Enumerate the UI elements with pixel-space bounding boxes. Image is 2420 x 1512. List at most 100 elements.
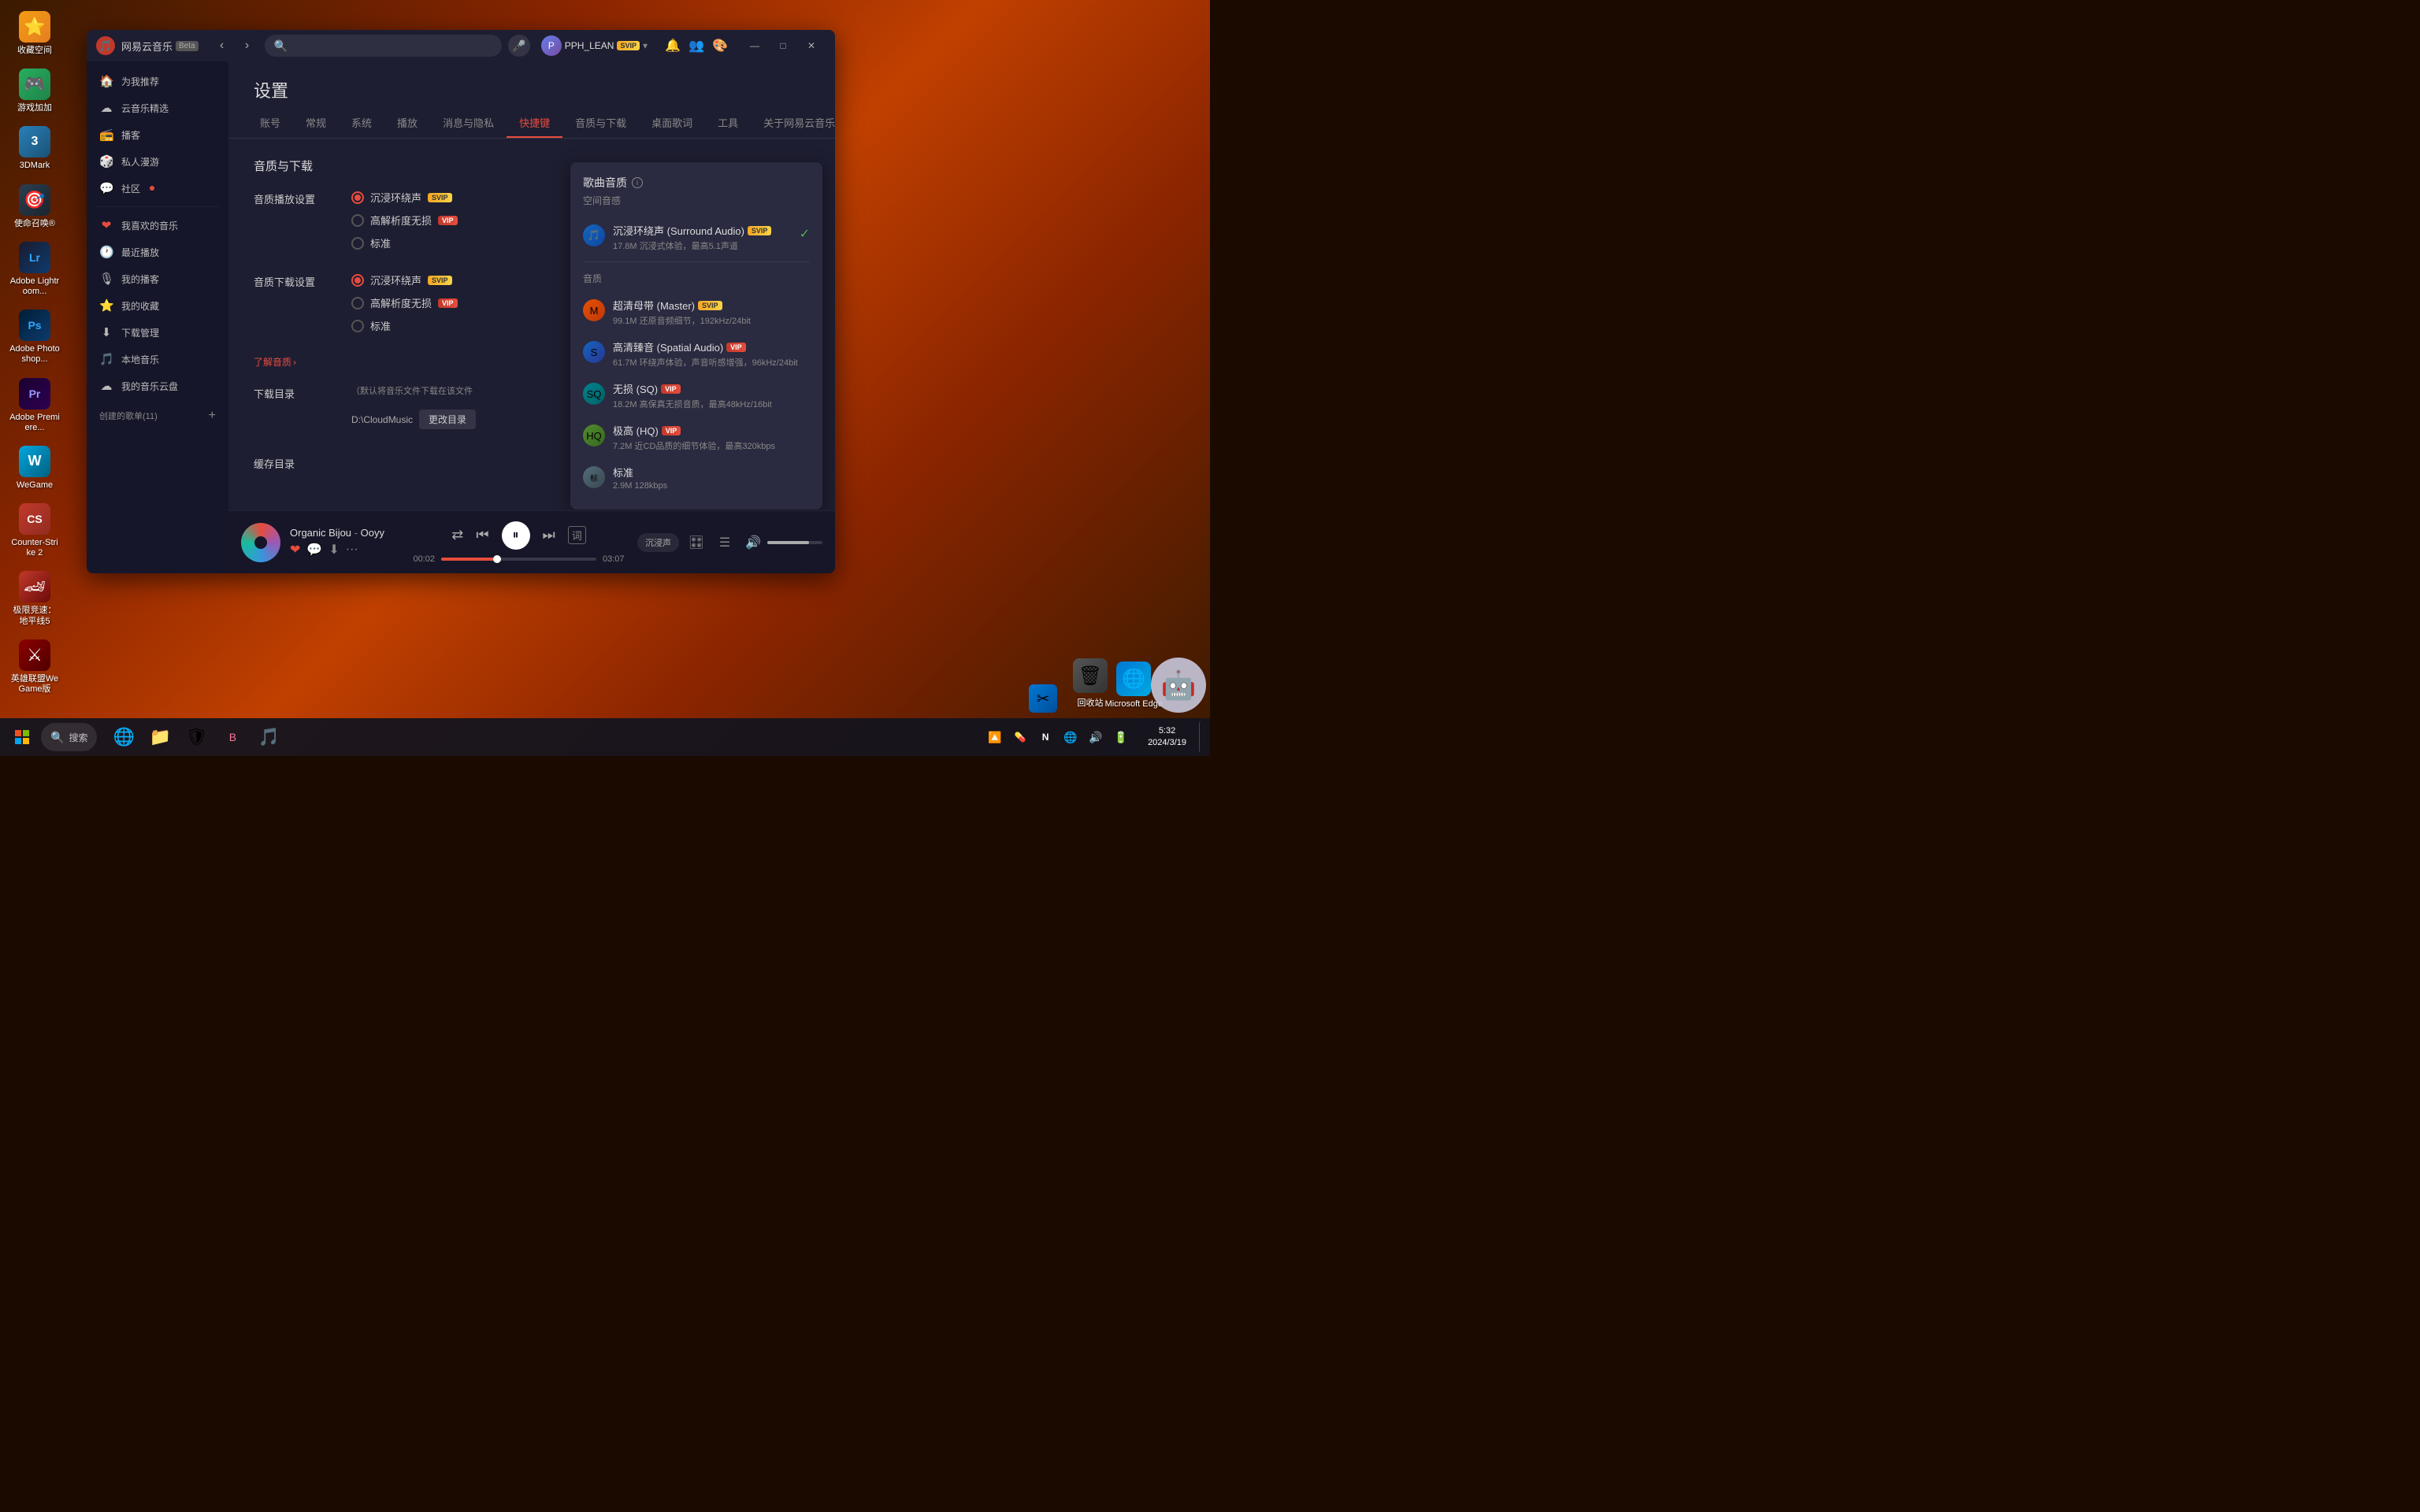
tray-volume-icon[interactable]: 🔊 xyxy=(1085,726,1107,748)
taskbar-search[interactable]: 🔍 搜索 xyxy=(41,723,97,751)
notification-button[interactable]: 🔔 xyxy=(662,35,684,57)
desktop-icon-lightroom[interactable]: Lr Adobe Lightroom... xyxy=(6,237,63,302)
sidebar-item-local[interactable]: 🎵 本地音乐 xyxy=(87,346,228,372)
download-track-button[interactable]: ⬇ xyxy=(328,542,339,558)
nav-forward-button[interactable]: › xyxy=(236,35,258,57)
volume-bar[interactable] xyxy=(767,541,822,544)
cache-dir-label: 缓存目录 xyxy=(254,454,332,471)
sidebar-item-community[interactable]: 💬 社区 xyxy=(87,175,228,202)
desktop-icon-callofduty[interactable]: 🎯 使命召唤® xyxy=(6,180,63,234)
taskbar-app-edge[interactable]: 🌐 xyxy=(106,720,141,754)
sidebar-item-podcast[interactable]: 🎙 我的播客 xyxy=(87,265,228,292)
quality-option-standard[interactable]: 标 标准 2.9M 128kbps xyxy=(583,458,810,497)
mic-button[interactable]: 🎤 xyxy=(508,35,530,57)
hq-quality-name: 极高 (HQ) VIP xyxy=(613,423,810,438)
show-desktop-button[interactable] xyxy=(1199,721,1204,753)
local-icon: 🎵 xyxy=(99,352,113,366)
desktop-icon-youxijiajia[interactable]: 🎮 游戏加加 xyxy=(6,64,63,118)
premiere-label: Adobe Premiere... xyxy=(9,413,60,433)
recycle-desktop-icon[interactable]: 🗑 回收站 xyxy=(1073,658,1108,709)
search-bar[interactable]: 🔍 xyxy=(265,35,502,57)
tab-system[interactable]: 系统 xyxy=(339,109,384,138)
desktop-icon-3dmark[interactable]: 3 3DMark xyxy=(6,121,63,176)
desktop-icon-premiere[interactable]: Pr Adobe Premiere... xyxy=(6,373,63,438)
favorite-music-icon: ❤ xyxy=(99,218,113,232)
tab-playback[interactable]: 播放 xyxy=(384,109,430,138)
close-button[interactable]: ✕ xyxy=(797,35,826,57)
tab-account[interactable]: 账号 xyxy=(247,109,293,138)
lyrics-button[interactable]: 词 xyxy=(568,526,586,544)
add-playlist-button[interactable]: + xyxy=(209,409,216,423)
tray-battery-icon[interactable]: 🔋 xyxy=(1110,726,1132,748)
tray-pill-icon[interactable]: 💊 xyxy=(1009,726,1031,748)
tab-shortcut[interactable]: 快捷键 xyxy=(507,109,562,138)
collection-icon: ⭐ xyxy=(99,298,113,313)
desktop-icon-favorites[interactable]: ⭐ 收藏空间 xyxy=(6,6,63,61)
app-name: 网易云音乐 Beta xyxy=(121,39,199,54)
change-dir-button[interactable]: 更改目录 xyxy=(419,410,476,429)
desktop-icon-photoshop[interactable]: Ps Adobe Photoshop... xyxy=(6,305,63,369)
desktop-icon-wegame[interactable]: W WeGame xyxy=(6,441,63,495)
taskbar-app-windows[interactable]: 🛡 xyxy=(179,720,213,754)
desktop-icon-lol[interactable]: ⚔ 英雄联盟WeGame版 xyxy=(6,635,63,699)
sidebar-item-radio[interactable]: 📻 播客 xyxy=(87,121,228,148)
minimize-button[interactable]: — xyxy=(740,35,769,57)
sidebar-item-manga[interactable]: 🎲 私人漫游 xyxy=(87,148,228,175)
tab-privacy[interactable]: 消息与隐私 xyxy=(430,109,507,138)
tab-about[interactable]: 关于网易云音乐 xyxy=(751,109,835,138)
desktop-icon-forza[interactable]: 🏎 极限竞速：地平线5 xyxy=(6,566,63,631)
standard-quality-icon: 标 xyxy=(583,466,605,488)
album-art[interactable] xyxy=(241,523,280,562)
like-button[interactable]: ❤ xyxy=(290,542,300,558)
sidebar-item-clouddisk[interactable]: ☁ 我的音乐云盘 xyxy=(87,372,228,399)
tab-general[interactable]: 常规 xyxy=(293,109,339,138)
sidebar-item-collection[interactable]: ⭐ 我的收藏 xyxy=(87,292,228,319)
play-pause-button[interactable]: ⏸ xyxy=(502,521,530,550)
tray-n-icon[interactable]: N xyxy=(1034,726,1056,748)
next-button[interactable]: ⏭ xyxy=(543,527,555,543)
taskbar-app-explorer[interactable]: 📁 xyxy=(143,720,177,754)
friends-button[interactable]: 👥 xyxy=(685,35,707,57)
taskbar-app-netease[interactable]: 🎵 xyxy=(251,720,286,754)
equalizer-button[interactable]: 🎛 xyxy=(685,532,707,554)
start-button[interactable] xyxy=(6,721,38,753)
progress-bar[interactable] xyxy=(441,558,596,561)
tab-tools[interactable]: 工具 xyxy=(705,109,751,138)
total-time: 03:07 xyxy=(603,554,628,564)
quality-option-spatial[interactable]: S 高清臻音 (Spatial Audio) VIP 61.7M 环绕声体验，声… xyxy=(583,333,810,375)
skin-button[interactable]: 🎨 xyxy=(709,35,731,57)
quality-option-master[interactable]: M 超清母带 (Master) SVIP 99.1M 还原音频细节，192kHz… xyxy=(583,291,810,333)
tab-desktop-lyrics[interactable]: 桌面歌词 xyxy=(639,109,705,138)
sidebar-item-recommend[interactable]: 🏠 为我推荐 xyxy=(87,68,228,94)
comment-button[interactable]: 💬 xyxy=(306,542,322,558)
sidebar-item-cloud[interactable]: ☁ 云音乐精选 xyxy=(87,94,228,121)
quality-option-hq[interactable]: HQ 极高 (HQ) VIP 7.2M 近CD品质的细节体验，最高320kbps xyxy=(583,417,810,458)
spatial-quality-info: 高清臻音 (Spatial Audio) VIP 61.7M 环绕声体验，声音听… xyxy=(613,339,810,369)
immersive-button[interactable]: 沉浸声 xyxy=(637,533,679,552)
info-icon[interactable]: i xyxy=(632,177,643,188)
snip-desktop-icon[interactable]: ✂ xyxy=(1029,684,1057,713)
sidebar-item-favorite[interactable]: ❤ 我喜欢的音乐 xyxy=(87,212,228,239)
more-button[interactable]: ··· xyxy=(346,543,358,557)
nav-back-button[interactable]: ‹ xyxy=(211,35,233,57)
quality-option-lossless[interactable]: SQ 无损 (SQ) VIP 18.2M 高保真无损音质，最高48kHz/16b… xyxy=(583,375,810,417)
sidebar-item-recent[interactable]: 🕐 最近播放 xyxy=(87,239,228,265)
desktop-icon-counter[interactable]: CS Counter-Strike 2 xyxy=(6,498,63,563)
taskbar-app-bilibili[interactable]: B xyxy=(215,720,250,754)
volume-icon[interactable]: 🔊 xyxy=(742,532,764,554)
sidebar-item-download[interactable]: ⬇ 下载管理 xyxy=(87,319,228,346)
shuffle-button[interactable]: ⇄ xyxy=(451,527,463,543)
tray-chevron-icon[interactable]: 🔼 xyxy=(984,726,1006,748)
tab-quality[interactable]: 音质与下载 xyxy=(562,109,639,138)
tray-network-icon[interactable]: 🌐 xyxy=(1060,726,1082,748)
maximize-button[interactable]: □ xyxy=(769,35,797,57)
taskbar-clock[interactable]: 5:32 2024/3/19 xyxy=(1141,725,1193,750)
quality-option-surround[interactable]: 🎵 沉浸环绕声 (Surround Audio) SVIP 17.8M 沉浸式体… xyxy=(583,217,810,258)
playlist-button[interactable]: ☰ xyxy=(714,532,736,554)
prev-button[interactable]: ⏮ xyxy=(476,527,488,543)
wegame-label: WeGame xyxy=(17,480,53,491)
hires-vip-tag: VIP xyxy=(438,216,458,225)
user-info[interactable]: P PPH_LEAN SVIP ▾ xyxy=(536,35,652,56)
taskbar-search-icon: 🔍 xyxy=(50,731,64,744)
assistant-icon[interactable]: 🤖 xyxy=(1151,658,1206,713)
